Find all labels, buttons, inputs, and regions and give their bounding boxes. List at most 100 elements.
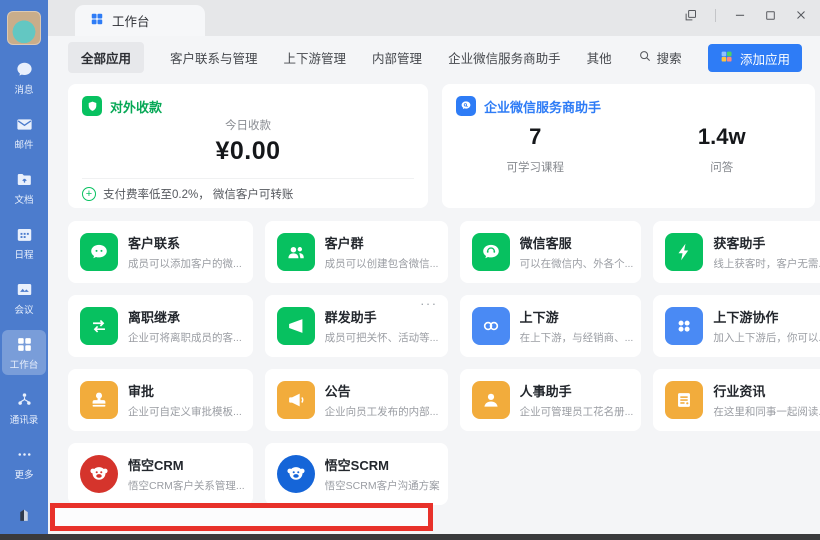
add-app-button[interactable]: 添加应用 [708,44,802,72]
app-desc: 在上下游，与经销商、... [520,330,634,345]
assistant-bubble-icon [456,96,476,116]
payment-today-label: 今日收款 [68,117,428,133]
app-name: 审批 [128,381,242,400]
sidebar-item-label: 日程 [14,247,33,261]
popout-icon[interactable] [683,8,698,23]
news-document-icon [665,381,703,419]
filter-customer[interactable]: 客户联系与管理 [170,48,258,67]
app-card-resignation-inherit[interactable]: 离职继承企业可将离职成员的客... [68,295,253,357]
app-desc: 线上获客时，客户无需... [713,256,820,271]
minimize-icon[interactable] [733,8,747,22]
app-desc: 成员可以创建包含微信... [325,256,439,271]
payment-card-title: 对外收款 [110,97,162,116]
app-desc: 企业可管理员工花名册... [520,404,634,419]
payment-promo[interactable]: + 支付费率低至0.2%， 微信客户可转账 [82,186,293,202]
search-control[interactable]: 搜索 [638,48,682,67]
sidebar-item-label: 邮件 [14,137,33,151]
provider-assistant-card[interactable]: 企业微信服务商助手 7 可学习课程 1.4w 问答 [442,84,815,208]
app-name: 悟空SCRM [325,455,440,474]
app-card-customer-group[interactable]: 客户群成员可以创建包含微信... [265,221,448,283]
assistant-card-title: 企业微信服务商助手 [484,97,601,116]
app-name: 离职继承 [128,307,242,326]
highlight-annotation-rectangle [50,503,433,531]
payment-divider [82,178,414,179]
filter-other[interactable]: 其他 [587,48,612,67]
sidebar-item-docs[interactable]: 文档 [2,165,46,210]
close-icon[interactable] [794,8,808,22]
app-desc: 悟空CRM客户关系管理... [128,478,245,493]
app-name: 客户联系 [128,233,242,252]
assistant-card-header: 企业微信服务商助手 [456,96,601,116]
window-controls-divider [715,9,716,22]
monkey-logo-icon [277,455,315,493]
app-name: 获客助手 [713,233,820,252]
sidebar-item-calendar[interactable]: 日程 [2,220,46,265]
sidebar-item-label: 通讯录 [10,412,39,426]
transfer-arrows-icon [80,307,118,345]
sidebar-item-mail[interactable]: 邮件 [2,110,46,155]
stat-courses-label: 可学习课程 [442,159,629,175]
payment-card-header: 对外收款 [82,96,162,116]
payment-card[interactable]: 对外收款 今日收款 ¥0.00 + 支付费率低至0.2%， 微信客户可转账 [68,84,428,208]
app-desc: 悟空SCRM客户沟通方案 [325,478,440,493]
app-name: 上下游 [520,307,634,326]
filter-supply-chain[interactable]: 上下游管理 [284,48,347,67]
stat-qa: 1.4w 问答 [629,124,816,175]
app-card-supply-chain-collab[interactable]: 上下游协作加入上下游后，你可以... [653,295,820,357]
sidebar-item-meeting[interactable]: 会议 [2,275,46,320]
filter-provider-assistant[interactable]: 企业微信服务商助手 [448,48,561,67]
search-label: 搜索 [657,48,682,67]
app-card-wukong-scrm[interactable]: 悟空SCRM 悟空SCRM客户沟通方案 [265,443,448,505]
maximize-icon[interactable] [764,9,777,22]
wechat-bubble-icon [80,233,118,271]
app-card-wechat-service[interactable]: 微信客服可以在微信内、外各个... [460,221,642,283]
stat-courses: 7 可学习课程 [442,124,629,175]
more-options-icon[interactable]: ··· [420,296,438,311]
filter-all-apps[interactable]: 全部应用 [68,42,144,73]
app-card-approval[interactable]: 审批企业可自定义审批模板... [68,369,253,431]
app-card-industry-news[interactable]: 行业资讯在这里和同事一起阅读... [653,369,820,431]
four-dots-grid-icon [665,307,703,345]
filter-internal[interactable]: 内部管理 [372,48,422,67]
app-name: 人事助手 [520,381,634,400]
tab-workbench[interactable]: 工作台 [75,5,205,36]
envelope-icon [15,115,34,134]
sidebar-item-label: 消息 [14,82,33,96]
app-card-customer-contact[interactable]: 客户联系成员可以添加客户的微... [68,221,253,283]
sidebar-item-label: 工作台 [10,357,39,371]
app-card-wukong-crm[interactable]: 悟空CRM 悟空CRM客户关系管理... [68,443,253,505]
payment-summary: 今日收款 ¥0.00 [68,117,428,166]
more-dots-icon [15,445,34,464]
sidebar: 消息 邮件 文档 日程 会议 工作台 通讯录 [0,0,48,540]
app-desc: 加入上下游后，你可以... [713,330,820,345]
app-grid: 客户联系成员可以添加客户的微... 客户群成员可以创建包含微信... 微信客服可… [68,221,815,505]
app-desc: 成员可以添加客户的微... [128,256,242,271]
app-name: 悟空CRM [128,455,245,474]
sidebar-item-more[interactable]: 更多 [2,440,46,485]
calendar-icon [15,225,34,244]
stat-courses-value: 7 [442,124,629,150]
sidebar-item-workbench[interactable]: 工作台 [2,330,46,375]
app-desc: 可以在微信内、外各个... [520,256,634,271]
user-avatar[interactable] [7,11,41,45]
workbench-grid-icon [15,335,34,354]
app-card-lead-assistant[interactable]: 获客助手线上获客时，客户无需... [653,221,820,283]
app-name: 上下游协作 [713,307,820,326]
add-app-label: 添加应用 [740,49,790,68]
search-icon [638,49,652,66]
stat-qa-label: 问答 [629,159,816,175]
app-desc: 企业可自定义审批模板... [128,404,242,419]
chat-bubble-icon [15,60,34,79]
folder-icon [15,170,34,189]
monkey-logo-icon [80,455,118,493]
app-name: 公告 [325,381,439,400]
app-card-bulk-message[interactable]: ··· 群发助手成员可把关怀、活动等... [265,295,448,357]
person-icon [472,381,510,419]
bottom-logo-icon[interactable] [14,505,34,530]
app-card-announcement[interactable]: 公告企业向员工发布的内部... [265,369,448,431]
app-card-hr-assistant[interactable]: 人事助手企业可管理员工花名册... [460,369,642,431]
sidebar-item-messages[interactable]: 消息 [2,55,46,100]
app-card-supply-chain[interactable]: 上下游在上下游，与经销商、... [460,295,642,357]
sidebar-item-contacts[interactable]: 通讯录 [2,385,46,430]
payment-amount: ¥0.00 [68,137,428,166]
